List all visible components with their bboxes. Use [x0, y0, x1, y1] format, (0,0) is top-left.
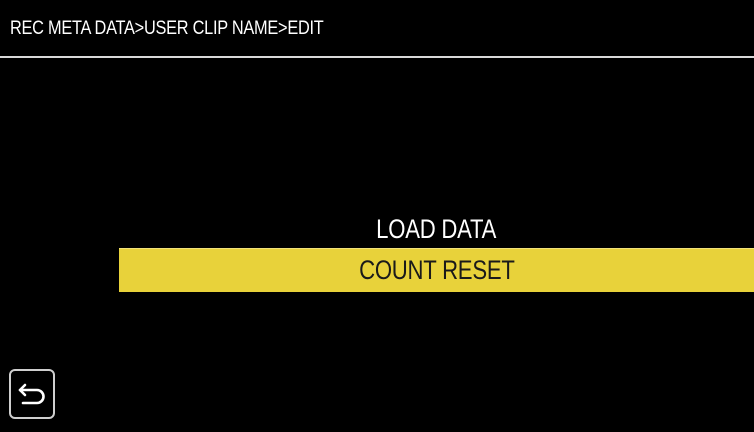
back-button[interactable] [9, 369, 55, 419]
menu-item-label: LOAD DATA [376, 214, 497, 244]
breadcrumb: REC META DATA>USER CLIP NAME>EDIT [10, 18, 324, 39]
header-bar: REC META DATA>USER CLIP NAME>EDIT [0, 0, 754, 58]
menu-item-load-data[interactable]: LOAD DATA [119, 207, 754, 251]
return-arrow-icon [17, 381, 47, 407]
menu-item-label: COUNT RESET [358, 255, 515, 285]
menu-item-count-reset[interactable]: COUNT RESET [119, 248, 754, 292]
